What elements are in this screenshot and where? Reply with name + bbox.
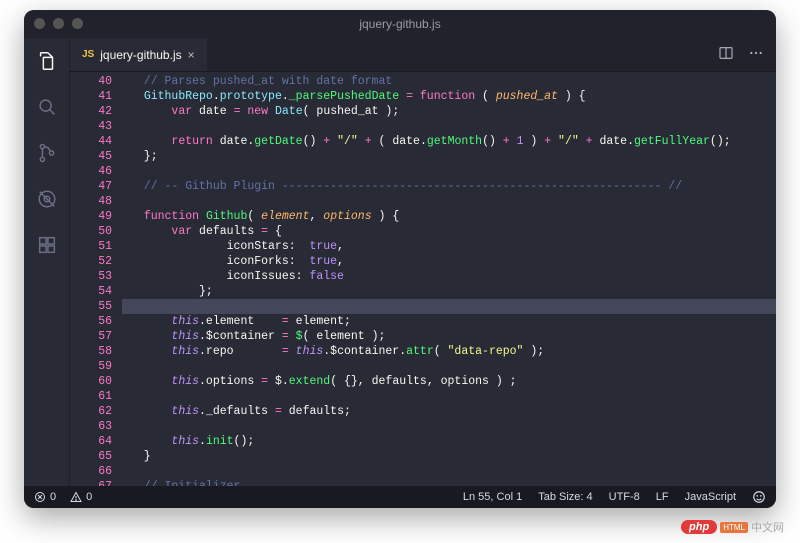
code-line[interactable]: // Initializer [130,479,776,486]
watermark-suffix: 中文网 [751,519,784,535]
status-tabsize[interactable]: Tab Size: 4 [538,491,592,503]
line-number: 45 [70,149,112,164]
code-line[interactable] [130,194,776,209]
code-line[interactable]: // Parses pushed_at with date format [130,74,776,89]
line-number: 56 [70,314,112,329]
code-line[interactable] [130,359,776,374]
code-line[interactable]: this.init(); [130,434,776,449]
code-line[interactable]: }; [130,149,776,164]
code-line[interactable]: this.options = $.extend( {}, defaults, o… [130,374,776,389]
status-warnings[interactable]: 0 [70,491,92,503]
line-number: 43 [70,119,112,134]
status-feedback-icon[interactable] [752,490,766,504]
code-line[interactable] [130,464,776,479]
code-line[interactable]: }; [130,284,776,299]
tab-filename: jquery-github.js [100,48,181,62]
line-number: 60 [70,374,112,389]
watermark-tag: HTML [720,522,748,533]
code-line[interactable]: iconIssues: false [130,269,776,284]
line-number: 48 [70,194,112,209]
close-icon[interactable]: × [188,48,195,62]
line-number: 61 [70,389,112,404]
line-number: 66 [70,464,112,479]
code-line[interactable]: // -- Github Plugin --------------------… [130,179,776,194]
editor-area: JS jquery-github.js × 404142434445464748… [70,38,776,486]
traffic-minimize[interactable] [53,18,64,29]
code-line[interactable]: this.element = element; [130,314,776,329]
traffic-lights[interactable] [34,18,83,29]
line-number: 62 [70,404,112,419]
status-encoding[interactable]: UTF-8 [609,491,640,503]
extensions-icon[interactable] [34,232,60,258]
tab-actions [718,38,776,71]
code-content[interactable]: // Parses pushed_at with date format Git… [122,72,776,486]
status-cursor[interactable]: Ln 55, Col 1 [463,491,522,503]
line-number: 64 [70,434,112,449]
line-number: 40 [70,74,112,89]
source-control-icon[interactable] [34,140,60,166]
line-number: 67 [70,479,112,486]
code-line[interactable]: this.repo = this.$container.attr( "data-… [130,344,776,359]
debug-icon[interactable] [34,186,60,212]
line-number: 52 [70,254,112,269]
status-warnings-count: 0 [86,491,92,503]
titlebar[interactable]: jquery-github.js [24,10,776,38]
status-language[interactable]: JavaScript [685,491,736,503]
line-number: 65 [70,449,112,464]
traffic-zoom[interactable] [72,18,83,29]
status-eol[interactable]: LF [656,491,669,503]
line-number: 58 [70,344,112,359]
code-line[interactable]: GithubRepo.prototype._parsePushedDate = … [130,89,776,104]
line-number: 47 [70,179,112,194]
code-line[interactable]: var defaults = { [130,224,776,239]
code-line[interactable] [130,419,776,434]
status-errors[interactable]: 0 [34,491,56,503]
more-icon[interactable] [748,45,764,65]
status-bar: 0 0 Ln 55, Col 1 Tab Size: 4 UTF-8 LF Ja… [24,486,776,508]
line-number: 53 [70,269,112,284]
editor-window: jquery-github.js JS jquery [24,10,776,508]
line-number: 42 [70,104,112,119]
line-number: 51 [70,239,112,254]
line-number: 59 [70,359,112,374]
tab-lang-badge: JS [82,49,94,60]
search-icon[interactable] [34,94,60,120]
tab-jquery-github[interactable]: JS jquery-github.js × [70,38,207,71]
activity-bar [24,38,70,486]
line-number: 63 [70,419,112,434]
line-number: 57 [70,329,112,344]
code-line[interactable] [130,389,776,404]
code-line[interactable]: return date.getDate() + "/" + ( date.get… [130,134,776,149]
code-line[interactable]: } [130,449,776,464]
watermark-php: php [681,520,717,534]
line-number: 46 [70,164,112,179]
code-line[interactable]: this._defaults = defaults; [130,404,776,419]
status-errors-count: 0 [50,491,56,503]
watermark: php HTML 中文网 [681,519,784,535]
code-line[interactable]: function Github( element, options ) { [130,209,776,224]
line-number: 54 [70,284,112,299]
split-editor-icon[interactable] [718,45,734,65]
line-number: 50 [70,224,112,239]
code-line[interactable]: iconForks: true, [130,254,776,269]
line-gutter: 4041424344454647484950515253545556575859… [70,72,122,486]
tab-bar: JS jquery-github.js × [70,38,776,72]
code-view[interactable]: 4041424344454647484950515253545556575859… [70,72,776,486]
code-line[interactable] [130,164,776,179]
line-number: 55 [70,299,112,314]
line-number: 41 [70,89,112,104]
code-line[interactable]: this.$container = $( element ); [130,329,776,344]
code-line[interactable]: iconStars: true, [130,239,776,254]
code-line[interactable] [130,299,776,314]
explorer-icon[interactable] [34,48,60,74]
editor-body: JS jquery-github.js × 404142434445464748… [24,38,776,486]
line-number: 44 [70,134,112,149]
line-number: 49 [70,209,112,224]
traffic-close[interactable] [34,18,45,29]
code-line[interactable]: var date = new Date( pushed_at ); [130,104,776,119]
code-line[interactable] [130,119,776,134]
window-title: jquery-github.js [359,17,440,31]
